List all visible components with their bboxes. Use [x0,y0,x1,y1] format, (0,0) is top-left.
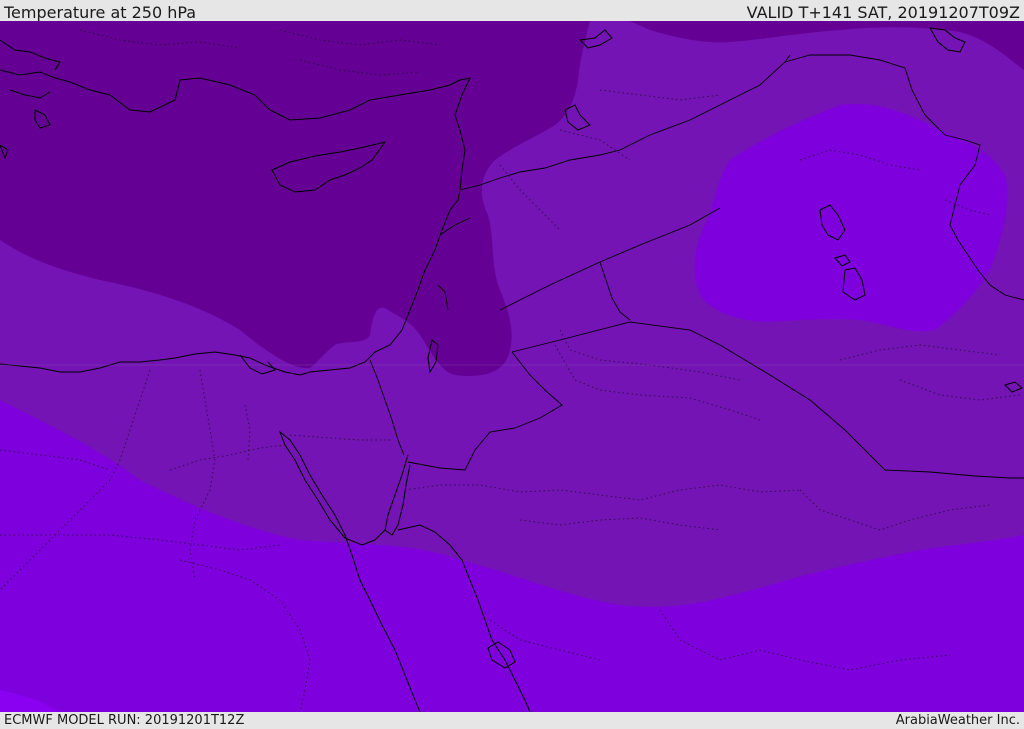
valid-time: VALID T+141 SAT, 20191207T09Z [746,3,1020,21]
model-run: ECMWF MODEL RUN: 20191201T12Z [4,713,245,728]
footer-bar: ECMWF MODEL RUN: 20191201T12Z ArabiaWeat… [0,712,1024,729]
header-bar: Temperature at 250 hPa VALID T+141 SAT, … [0,0,1024,21]
map-title: Temperature at 250 hPa [4,3,197,21]
weather-map[interactable] [0,21,1024,712]
credit-label: ArabiaWeather Inc. [895,713,1020,728]
map-canvas [0,21,1024,712]
